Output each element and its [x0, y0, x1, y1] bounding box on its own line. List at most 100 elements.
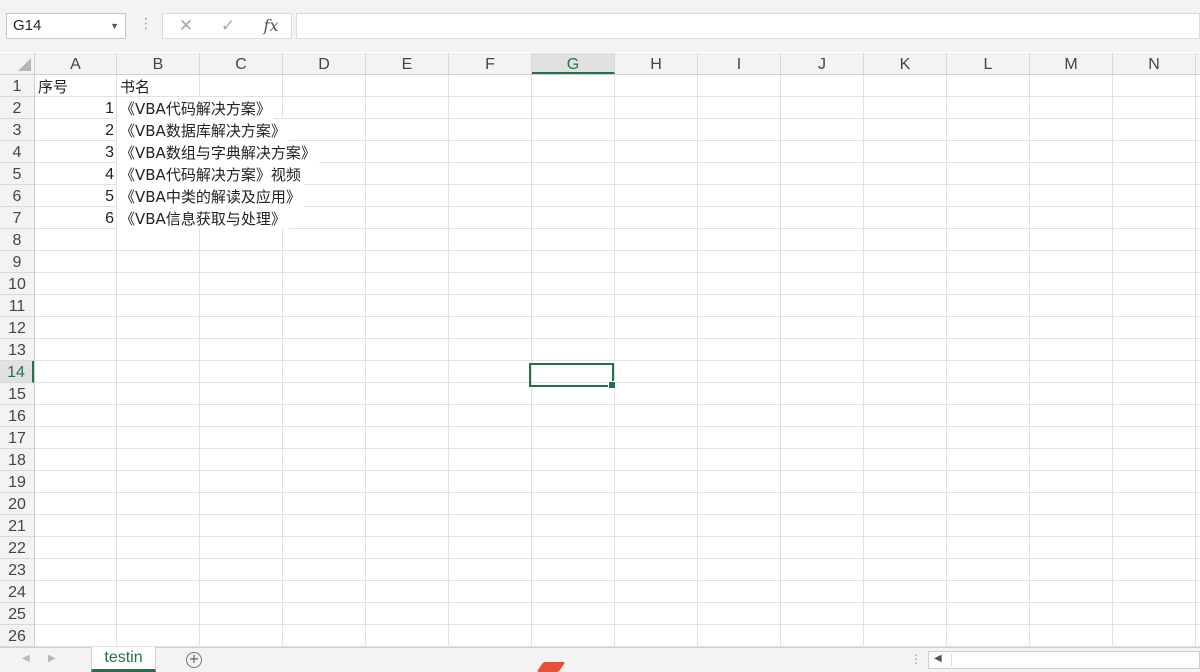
row-header-22[interactable]: 22	[0, 537, 34, 559]
column-header-j[interactable]: J	[781, 53, 864, 74]
cell-b7[interactable]: 《VBA信息获取与处理》	[117, 207, 289, 229]
gridline-horizontal	[35, 404, 1200, 405]
column-header-f[interactable]: F	[449, 53, 532, 74]
row-header-16[interactable]: 16	[0, 405, 34, 427]
cell-b5[interactable]: 《VBA代码解决方案》视频	[117, 163, 304, 185]
row-header-11[interactable]: 11	[0, 295, 34, 317]
formula-bar: G14 ▼ ⋮ ✕ ✓ fx	[0, 0, 1200, 52]
row-header-7[interactable]: 7	[0, 207, 34, 229]
row-header-23[interactable]: 23	[0, 559, 34, 581]
gridline-horizontal	[35, 580, 1200, 581]
column-header-k[interactable]: K	[864, 53, 947, 74]
gridline-vertical	[448, 75, 449, 647]
row-header-19[interactable]: 19	[0, 471, 34, 493]
column-headers: ABCDEFGHIJKLMN	[0, 53, 1200, 75]
gridline-horizontal	[35, 426, 1200, 427]
column-header-a[interactable]: A	[35, 53, 117, 74]
row-header-14[interactable]: 14	[0, 361, 34, 383]
fx-icon[interactable]: fx	[256, 14, 286, 38]
cell-b1[interactable]: 书名	[117, 75, 153, 97]
gridline-horizontal	[35, 338, 1200, 339]
column-header-e[interactable]: E	[366, 53, 449, 74]
cell-b6[interactable]: 《VBA中类的解读及应用》	[117, 185, 304, 207]
row-header-21[interactable]: 21	[0, 515, 34, 537]
gridline-vertical	[863, 75, 864, 647]
gridline-vertical	[614, 75, 615, 647]
gridline-horizontal	[35, 470, 1200, 471]
row-header-8[interactable]: 8	[0, 229, 34, 251]
close-icon[interactable]: ✕	[171, 14, 201, 38]
gridline-vertical	[1112, 75, 1113, 647]
check-icon[interactable]: ✓	[213, 14, 243, 38]
cell-a7[interactable]: 6	[35, 207, 117, 229]
gridline-horizontal	[35, 492, 1200, 493]
row-header-9[interactable]: 9	[0, 251, 34, 273]
row-header-26[interactable]: 26	[0, 625, 34, 647]
name-box-value: G14	[13, 17, 42, 34]
gridline-horizontal	[35, 382, 1200, 383]
gridline-horizontal	[35, 536, 1200, 537]
row-header-5[interactable]: 5	[0, 163, 34, 185]
cell-a1[interactable]: 序号	[35, 75, 71, 97]
tab-split-grip-icon[interactable]: ⋮	[910, 652, 922, 666]
row-header-15[interactable]: 15	[0, 383, 34, 405]
cell-b4[interactable]: 《VBA数组与字典解决方案》	[117, 141, 319, 163]
column-header-d[interactable]: D	[283, 53, 366, 74]
cell-a2[interactable]: 1	[35, 97, 117, 119]
gridline-vertical	[780, 75, 781, 647]
row-header-1[interactable]: 1	[0, 75, 34, 97]
gridline-horizontal	[35, 624, 1200, 625]
gridline-horizontal	[35, 250, 1200, 251]
triangle-right-icon[interactable]: ▶	[48, 653, 56, 664]
formula-input[interactable]	[296, 13, 1200, 39]
row-header-2[interactable]: 2	[0, 97, 34, 119]
column-header-g[interactable]: G	[532, 53, 615, 74]
column-header-h[interactable]: H	[615, 53, 698, 74]
row-header-25[interactable]: 25	[0, 603, 34, 625]
row-header-12[interactable]: 12	[0, 317, 34, 339]
gridline-horizontal	[35, 514, 1200, 515]
row-header-24[interactable]: 24	[0, 581, 34, 603]
scroll-left-icon[interactable]: ◀	[934, 653, 942, 664]
select-all-button[interactable]	[0, 53, 35, 74]
row-header-20[interactable]: 20	[0, 493, 34, 515]
formula-buttons: ✕ ✓ fx	[162, 13, 292, 39]
cell-grid[interactable]: 序号 书名 1 《VBA代码解决方案》 2 《VBA数据库解决方案》 3 《VB…	[35, 75, 1200, 647]
fill-handle[interactable]	[608, 381, 616, 389]
row-header-10[interactable]: 10	[0, 273, 34, 295]
gridline-vertical	[946, 75, 947, 647]
row-header-6[interactable]: 6	[0, 185, 34, 207]
column-header-c[interactable]: C	[200, 53, 283, 74]
plus-circle-icon[interactable]: +	[186, 652, 202, 668]
row-header-4[interactable]: 4	[0, 141, 34, 163]
column-header-n[interactable]: N	[1113, 53, 1196, 74]
column-header-m[interactable]: M	[1030, 53, 1113, 74]
gridline-vertical	[365, 75, 366, 647]
column-header-b[interactable]: B	[117, 53, 200, 74]
formula-bar-grip-icon[interactable]: ⋮	[139, 16, 153, 32]
row-header-13[interactable]: 13	[0, 339, 34, 361]
cell-b2[interactable]: 《VBA代码解决方案》	[117, 97, 274, 119]
gridline-vertical	[1195, 75, 1196, 647]
gridline-horizontal	[35, 272, 1200, 273]
cell-a6[interactable]: 5	[35, 185, 117, 207]
chevron-down-icon[interactable]: ▼	[110, 14, 119, 38]
gridline-vertical	[697, 75, 698, 647]
sheet-tab-testin[interactable]: testin	[91, 647, 156, 672]
row-header-17[interactable]: 17	[0, 427, 34, 449]
cell-a3[interactable]: 2	[35, 119, 117, 141]
horizontal-scrollbar[interactable]: ◀	[928, 651, 1200, 669]
row-header-18[interactable]: 18	[0, 449, 34, 471]
selected-cell-g14[interactable]	[529, 363, 616, 389]
scrollbar-thumb[interactable]	[951, 654, 1198, 666]
triangle-left-icon[interactable]: ◀	[22, 653, 30, 664]
name-box[interactable]: G14 ▼	[6, 13, 126, 39]
cell-a5[interactable]: 4	[35, 163, 117, 185]
row-header-3[interactable]: 3	[0, 119, 34, 141]
column-header-l[interactable]: L	[947, 53, 1030, 74]
cell-a4[interactable]: 3	[35, 141, 117, 163]
cell-b3[interactable]: 《VBA数据库解决方案》	[117, 119, 289, 141]
gridline-horizontal	[35, 360, 1200, 361]
gridline-horizontal	[35, 448, 1200, 449]
column-header-i[interactable]: I	[698, 53, 781, 74]
